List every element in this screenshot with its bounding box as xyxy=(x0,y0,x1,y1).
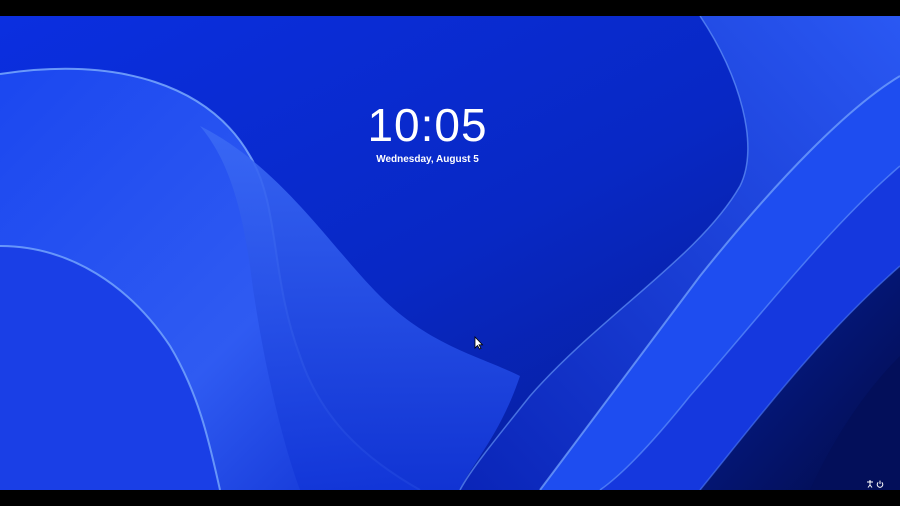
clock-time: 10:05 xyxy=(367,99,488,151)
accessibility-icon[interactable] xyxy=(866,480,874,488)
power-icon[interactable] xyxy=(876,480,884,488)
wallpaper-bloom xyxy=(0,16,900,490)
mouse-cursor-icon xyxy=(474,336,484,350)
lock-tray xyxy=(866,480,884,488)
clock-date: Wednesday, August 5 xyxy=(376,154,479,165)
lock-screen[interactable]: 10:05 Wednesday, August 5 xyxy=(0,16,900,490)
screen-frame: 10:05 Wednesday, August 5 xyxy=(0,0,900,506)
